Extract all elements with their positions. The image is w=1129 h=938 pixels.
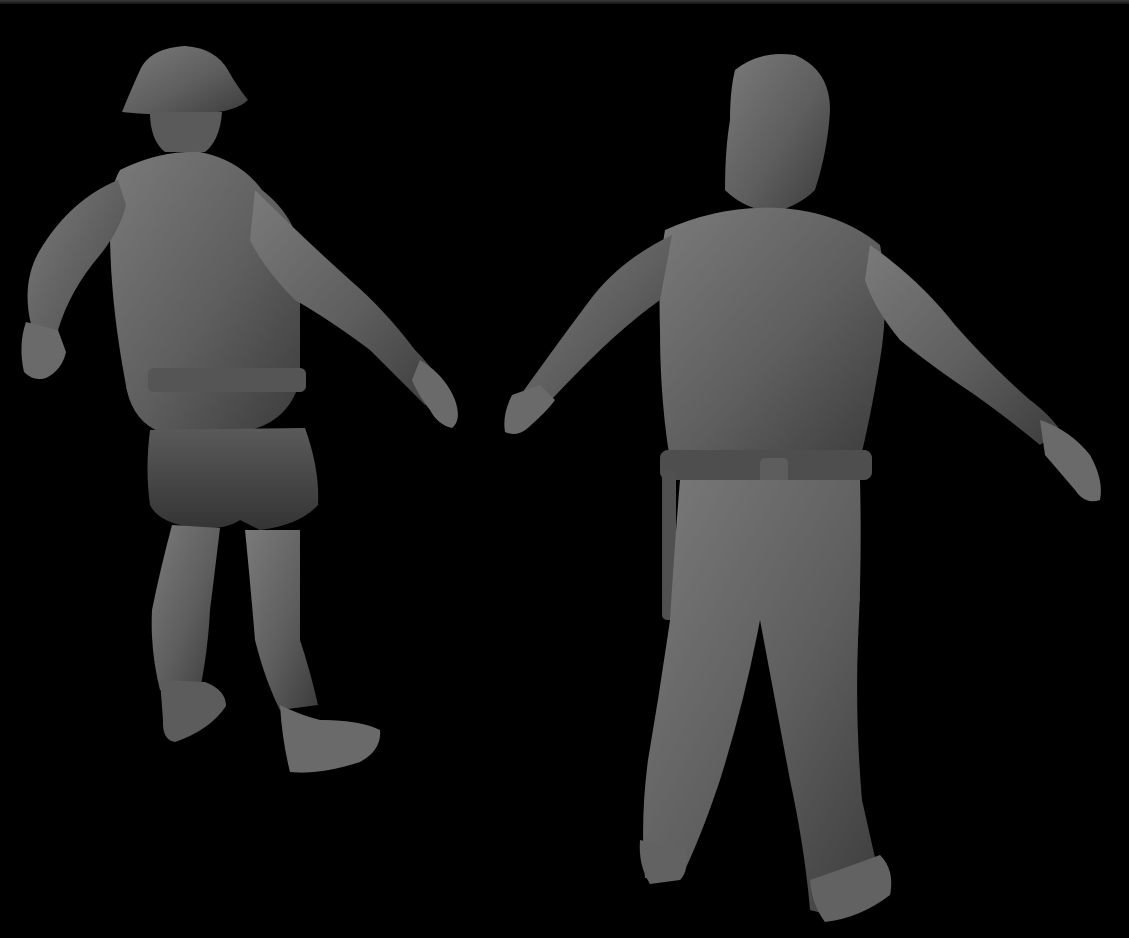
sheriff-figure (504, 54, 1101, 922)
zombie-right-shoe (280, 705, 381, 773)
sheriff-right-arm (865, 245, 1060, 445)
sheriff-right-hand (1040, 420, 1101, 502)
sheriff-left-arm (515, 235, 672, 412)
zombie-figure (21, 46, 458, 773)
sheriff-hair (725, 54, 830, 212)
zombie-belt (148, 368, 306, 392)
zombie-left-leg (151, 525, 220, 690)
zombie-left-hand (21, 322, 66, 380)
zombie-left-shoe (160, 680, 226, 742)
sheriff-torso (659, 207, 885, 460)
zombie-head (150, 112, 222, 152)
render-viewport (0, 0, 1129, 938)
zombie-shorts (147, 428, 319, 530)
render-scene (21, 46, 1101, 922)
zombie-right-leg (245, 530, 318, 710)
zombie-bucket-hat (122, 46, 248, 115)
